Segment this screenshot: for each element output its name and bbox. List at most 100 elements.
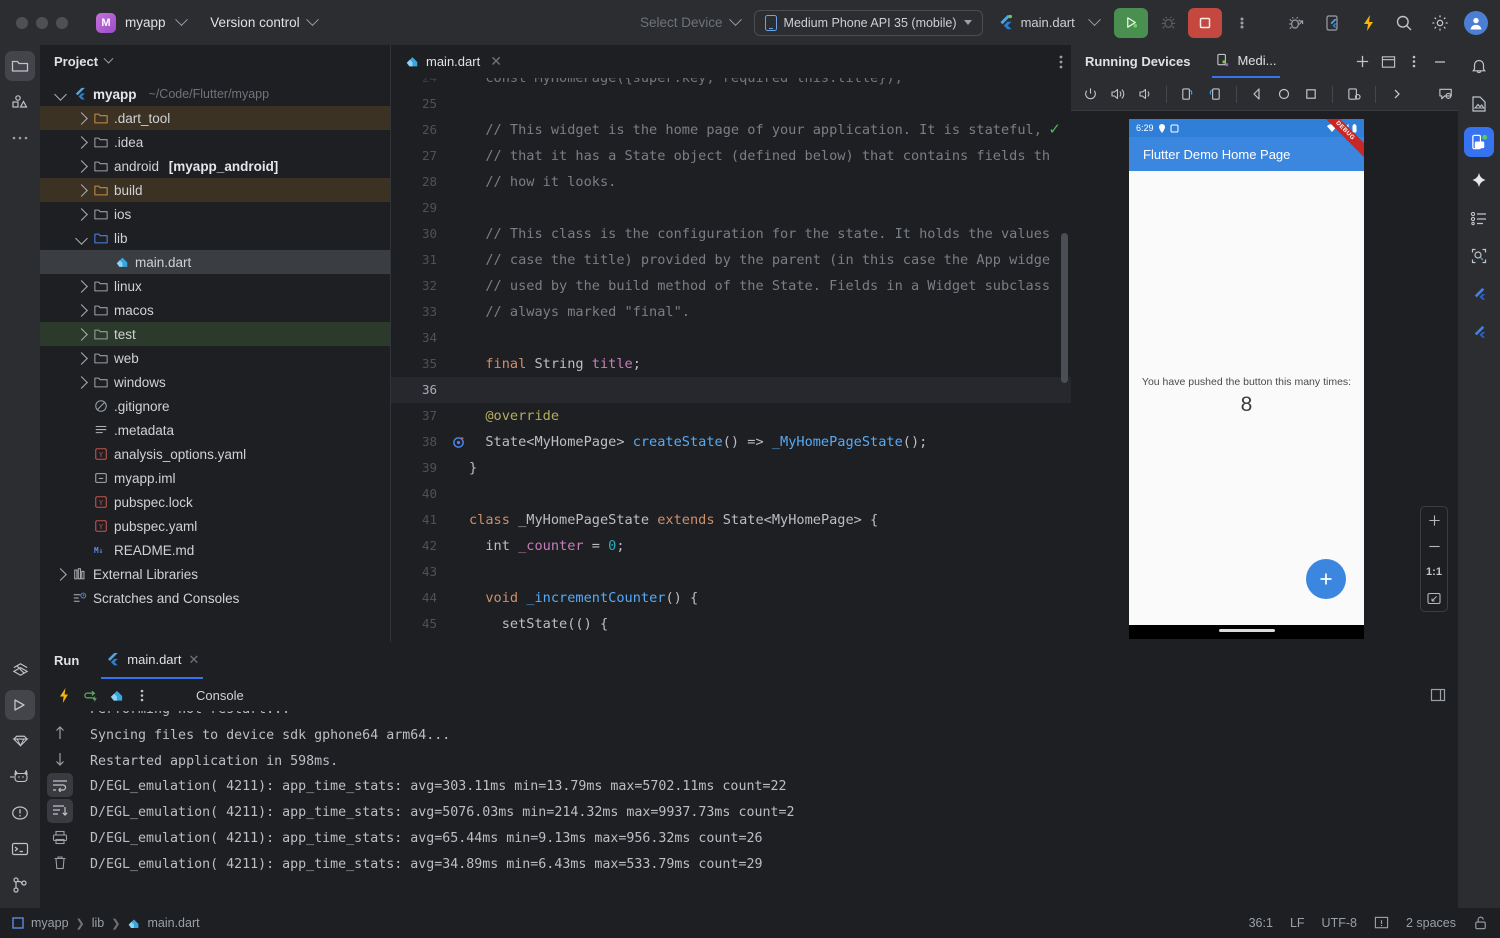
hot-reload-button[interactable] [52, 683, 76, 707]
sidebar-item-problems[interactable] [5, 798, 35, 828]
code-line[interactable]: 40 [391, 481, 1071, 507]
code-line[interactable]: 36 [391, 377, 1071, 403]
tree-row[interactable]: .dart_tool [40, 106, 390, 130]
chevron-collapsed-icon[interactable] [75, 327, 88, 341]
running-devices-button[interactable] [1464, 127, 1494, 157]
version-control-dropdown[interactable]: Version control [210, 13, 319, 30]
tree-row[interactable]: main.dart [40, 250, 390, 274]
inspection-widget[interactable] [1374, 916, 1389, 931]
tree-row[interactable]: Scratches and Consoles [40, 586, 390, 610]
breadcrumb-item-project[interactable]: myapp [31, 916, 69, 930]
editor-scrollbar[interactable] [1061, 233, 1068, 383]
tree-row-root[interactable]: myapp ~/Code/Flutter/myapp [40, 82, 390, 106]
device-selector[interactable]: Medium Phone API 35 (mobile) [753, 9, 983, 36]
rotate-right-button[interactable] [1203, 82, 1227, 106]
split-view-button[interactable] [1376, 50, 1400, 74]
volume-up-button[interactable] [1106, 82, 1130, 106]
close-window-button[interactable] [16, 16, 28, 29]
chevron-collapsed-icon[interactable] [75, 279, 88, 293]
chevron-collapsed-icon[interactable] [75, 303, 88, 317]
maximize-window-button[interactable] [56, 16, 68, 29]
stop-button[interactable] [1188, 7, 1222, 38]
minimize-window-button[interactable] [36, 16, 48, 29]
sidebar-item-terminal[interactable] [5, 834, 35, 864]
more-device-actions-button[interactable] [1385, 82, 1409, 106]
tree-row[interactable]: lib [40, 226, 390, 250]
layout-settings-button[interactable] [1430, 688, 1458, 703]
run-configuration-dropdown[interactable]: main.dart [997, 13, 1101, 31]
code-line[interactable]: 28 // how it looks. [391, 169, 1071, 195]
flutter-devtools-button[interactable] [1464, 317, 1494, 347]
sidebar-item-project[interactable] [5, 51, 35, 81]
device-tab[interactable]: Medi... [1212, 45, 1281, 78]
code-line[interactable]: 38 State<MyHomePage> createState() => _M… [391, 429, 1071, 455]
indent-setting[interactable]: 2 spaces [1406, 916, 1456, 930]
code-line[interactable]: 24 const MyHomePage({super.key, required… [391, 78, 1071, 91]
code-line[interactable]: 37 @override [391, 403, 1071, 429]
chevron-expanded-icon[interactable] [54, 87, 67, 101]
code-line[interactable]: 25 [391, 91, 1071, 117]
tree-row[interactable]: Y analysis_options.yaml [40, 442, 390, 466]
code-line[interactable]: 45 setState(() { [391, 611, 1071, 637]
tree-row[interactable]: .metadata [40, 418, 390, 442]
code-editor[interactable]: 24 const MyHomePage({super.key, required… [391, 78, 1071, 642]
tree-row[interactable]: External Libraries [40, 562, 390, 586]
settings-button[interactable] [1424, 8, 1456, 38]
tree-row[interactable]: .gitignore [40, 394, 390, 418]
chevron-collapsed-icon[interactable] [75, 159, 88, 173]
close-icon[interactable]: ✕ [490, 53, 502, 70]
flutter-inspector-button[interactable] [1464, 241, 1494, 271]
run-tab-main-dart[interactable]: main.dart ✕ [101, 642, 204, 679]
console-output[interactable]: Performing hot restart... Syncing files t… [80, 711, 1458, 908]
tree-row[interactable]: build [40, 178, 390, 202]
inspect-device-button[interactable] [1434, 82, 1458, 106]
tree-row[interactable]: Y pubspec.yaml [40, 514, 390, 538]
device-manager-button[interactable] [1464, 89, 1494, 119]
project-dropdown[interactable]: myapp [125, 13, 189, 30]
device-stage[interactable]: 6:29 Flutter Demo Home Page You have pus… [1071, 111, 1458, 642]
sidebar-item-flutter-outline[interactable] [5, 654, 35, 684]
screenshot-button[interactable] [1342, 82, 1366, 106]
breadcrumb[interactable]: myapp ❯ lib ❯ main.dart [12, 916, 200, 930]
search-button[interactable] [1388, 8, 1420, 38]
window-controls[interactable] [0, 16, 68, 29]
print-button[interactable] [47, 825, 73, 849]
scroll-up-button[interactable] [47, 721, 73, 745]
select-device-dropdown[interactable]: Select Device [640, 13, 742, 30]
user-account-button[interactable] [1460, 8, 1492, 38]
minimize-panel-button[interactable] [1428, 50, 1452, 74]
sidebar-item-commit[interactable] [5, 87, 35, 117]
home-button[interactable] [1272, 82, 1296, 106]
editor-options-icon[interactable] [1059, 54, 1063, 70]
rotate-left-button[interactable] [1176, 82, 1200, 106]
chevron-expanded-icon[interactable] [75, 231, 88, 245]
run-button[interactable] [1114, 7, 1148, 38]
device-screen[interactable]: 6:29 Flutter Demo Home Page You have pus… [1129, 119, 1364, 639]
breadcrumb-item-folder[interactable]: lib [92, 916, 105, 930]
caret-position[interactable]: 36:1 [1249, 916, 1273, 930]
code-line[interactable]: 43 [391, 559, 1071, 585]
project-tree[interactable]: myapp ~/Code/Flutter/myapp .dart_tool .i… [40, 78, 390, 610]
tree-row[interactable]: M↓ README.md [40, 538, 390, 562]
actual-size-button[interactable]: 1:1 [1421, 559, 1447, 585]
tree-row[interactable]: ios [40, 202, 390, 226]
more-actions-button[interactable] [1226, 8, 1258, 38]
scroll-down-button[interactable] [47, 747, 73, 771]
tree-row[interactable]: macos [40, 298, 390, 322]
zoom-in-button[interactable] [1421, 507, 1447, 533]
code-line[interactable]: 41 class _MyHomePageState extends State<… [391, 507, 1071, 533]
code-line[interactable]: 26 // This widget is the home page of yo… [391, 117, 1071, 143]
flutter-performance-button[interactable] [1464, 279, 1494, 309]
ai-assistant-button[interactable] [1464, 165, 1494, 195]
zoom-out-button[interactable] [1421, 533, 1447, 559]
tree-row[interactable]: linux [40, 274, 390, 298]
code-line[interactable]: 42 int _counter = 0; [391, 533, 1071, 559]
chevron-collapsed-icon[interactable] [75, 135, 88, 149]
line-separator[interactable]: LF [1290, 916, 1305, 930]
code-line[interactable]: 31 // case the title) provided by the pa… [391, 247, 1071, 273]
volume-down-button[interactable] [1133, 82, 1157, 106]
chevron-collapsed-icon[interactable] [75, 207, 88, 221]
read-only-toggle[interactable] [1473, 915, 1488, 931]
code-line[interactable]: 35 final String title; [391, 351, 1071, 377]
sidebar-item-dart-analysis[interactable] [5, 726, 35, 756]
